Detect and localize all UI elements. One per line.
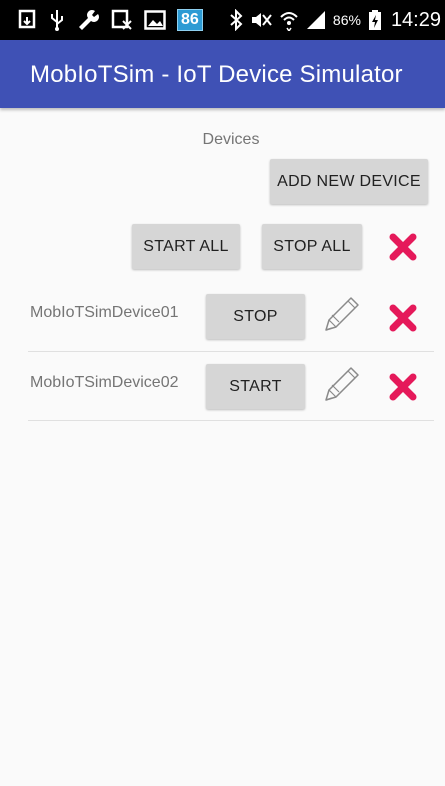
app-bar: MobIoTSim - IoT Device Simulator — [0, 40, 445, 108]
battery-percent: 86% — [332, 12, 361, 28]
device-name: MobIoTSimDevice02 — [30, 374, 179, 391]
wrench-icon — [76, 8, 100, 32]
devices-heading: Devices — [202, 131, 260, 148]
device-stop-button[interactable]: STOP — [206, 294, 305, 339]
device-start-button[interactable]: START — [206, 364, 305, 409]
row-divider — [28, 351, 434, 352]
add-new-device-button[interactable]: ADD NEW DEVICE — [270, 159, 428, 204]
delete-all-icon[interactable] — [388, 232, 418, 262]
notification-count-badge: 86 — [177, 9, 203, 31]
signal-icon — [306, 10, 326, 30]
edit-device-pencil-icon[interactable] — [320, 294, 362, 336]
device-name: MobIoTSimDevice01 — [30, 304, 179, 321]
stop-all-button[interactable]: STOP ALL — [262, 224, 362, 269]
mute-icon — [250, 10, 272, 30]
bluetooth-icon — [229, 9, 243, 31]
battery-charging-icon — [368, 9, 382, 31]
app-title: MobIoTSim - IoT Device Simulator — [30, 61, 403, 88]
delete-device-icon[interactable] — [388, 372, 418, 402]
usb-icon — [49, 8, 65, 32]
clock: 14:29 — [390, 8, 441, 31]
sim-off-icon — [111, 9, 133, 31]
wifi-icon — [279, 9, 299, 31]
delete-device-icon[interactable] — [388, 303, 418, 333]
start-all-button[interactable]: START ALL — [132, 224, 240, 269]
download-icon — [18, 9, 38, 31]
edit-device-pencil-icon[interactable] — [320, 364, 362, 406]
status-bar: 86 86% 14:29 — [0, 0, 445, 40]
image-icon — [144, 10, 166, 30]
row-divider — [28, 420, 434, 421]
